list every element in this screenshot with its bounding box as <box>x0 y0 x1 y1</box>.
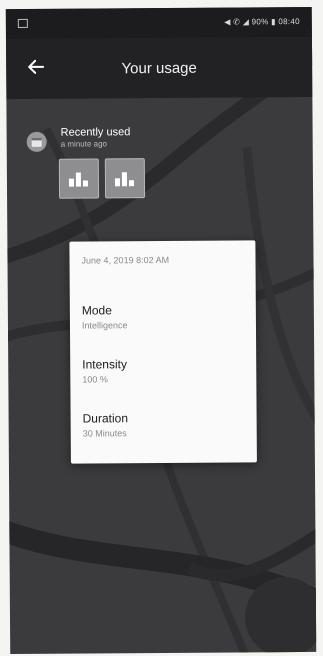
phone-screen: ◀ ✆ ◢ 90% ▮ 08:40 Your usage Recently us… <box>5 6 317 655</box>
calendar-icon <box>26 131 47 152</box>
status-indicators: ◀ ✆ ◢ 90% ▮ 08:40 <box>224 17 300 27</box>
duration-label: Duration <box>82 411 129 426</box>
usage-tile[interactable] <box>58 158 100 199</box>
usage-tile[interactable] <box>104 158 146 199</box>
duration-value: 30 Minutes <box>82 428 127 439</box>
recently-used-title: Recently used <box>60 126 131 139</box>
recently-used-time: a minute ago <box>60 139 107 149</box>
mode-label: Mode <box>81 303 112 318</box>
bar-chart-icon <box>114 172 134 187</box>
status-bar: ◀ ✆ ◢ 90% ▮ 08:40 <box>5 6 312 40</box>
usage-detail-card: June 4, 2019 8:02 AM Mode Intelligence I… <box>69 240 257 464</box>
page-title: Your usage <box>121 59 197 78</box>
notification-icon <box>17 18 28 28</box>
bar-chart-icon <box>68 172 88 187</box>
intensity-value: 100 % <box>82 374 108 385</box>
intensity-label: Intensity <box>82 357 127 372</box>
app-bar: Your usage <box>5 36 313 100</box>
usage-date: June 4, 2019 8:02 AM <box>81 254 170 266</box>
mode-value: Intelligence <box>81 320 128 331</box>
